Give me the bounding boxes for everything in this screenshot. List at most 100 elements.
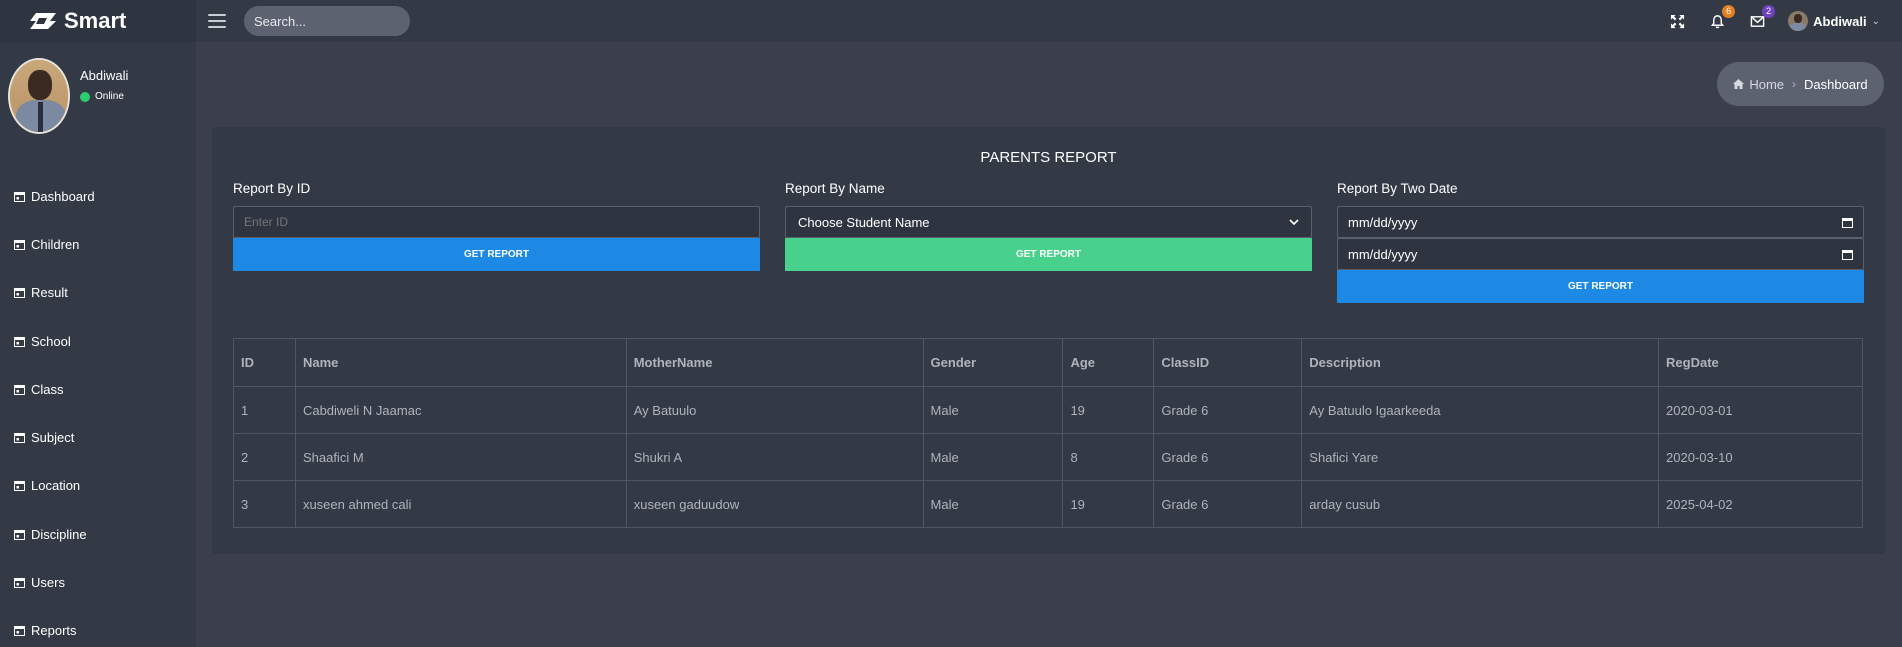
cell-age: 19 xyxy=(1062,480,1155,528)
cell-age: 19 xyxy=(1062,386,1155,434)
chevron-down-icon: ⌄ xyxy=(1871,15,1880,27)
sidebar-item-subject[interactable]: Subject xyxy=(0,413,196,461)
cell-gender: Male xyxy=(922,480,1064,528)
user-menu[interactable]: Abdiwali ⌄ xyxy=(1788,11,1880,31)
calendar-icon xyxy=(14,626,25,637)
cell-description: Ay Batuulo Igaarkeeda xyxy=(1301,386,1660,434)
menu-toggle-icon[interactable] xyxy=(208,14,226,28)
column-header-name[interactable]: Name xyxy=(294,338,627,387)
table-row[interactable]: 2 Shaafici M Shukri A Male 8 Grade 6 Sha… xyxy=(233,433,1863,481)
profile-avatar xyxy=(8,58,70,134)
end-date-input[interactable]: mm/dd/yyyy xyxy=(1337,238,1864,270)
column-header-regdate[interactable]: RegDate xyxy=(1658,338,1863,387)
cell-gender: Male xyxy=(922,433,1064,481)
cell-description: Shafici Yare xyxy=(1301,433,1660,481)
cell-name: Shaafici M xyxy=(294,433,627,481)
messages-envelope-icon[interactable]: 2 xyxy=(1748,5,1776,30)
start-date-input[interactable]: mm/dd/yyyy xyxy=(1337,206,1864,238)
cell-id: 3 xyxy=(233,480,296,528)
sidebar-item-label: School xyxy=(31,333,71,349)
calendar-icon[interactable] xyxy=(1842,217,1853,228)
cell-description: arday cusub xyxy=(1301,480,1660,528)
search-input[interactable] xyxy=(254,13,430,29)
cell-id: 1 xyxy=(233,386,296,434)
id-input[interactable] xyxy=(233,206,760,238)
column-header-description[interactable]: Description xyxy=(1301,338,1660,387)
sidebar-item-children[interactable]: Children xyxy=(0,220,196,268)
end-date-value: mm/dd/yyyy xyxy=(1348,246,1418,262)
home-icon xyxy=(1733,79,1745,89)
brand[interactable]: Smart xyxy=(0,0,196,42)
table-row[interactable]: 3 xuseen ahmed cali xuseen gaduudow Male… xyxy=(233,480,1863,528)
notifications-bell-icon[interactable]: 6 xyxy=(1708,5,1736,30)
sidebar-item-label: Result xyxy=(31,285,68,301)
cell-regdate: 2020-03-10 xyxy=(1658,433,1863,481)
cell-id: 2 xyxy=(233,433,296,481)
student-name-select[interactable]: Choose Student Name xyxy=(785,206,1312,238)
topbar-actions: 6 2 Abdiwali ⌄ xyxy=(1668,0,1880,42)
column-header-mothername[interactable]: MotherName xyxy=(625,338,924,387)
sidebar-item-label: Reports xyxy=(31,623,77,639)
cell-mothername: Shukri A xyxy=(625,433,924,481)
table-header-row: ID Name MotherName Gender Age ClassID De… xyxy=(233,338,1863,387)
column-header-gender[interactable]: Gender xyxy=(922,338,1064,387)
sidebar-item-reports[interactable]: Reports xyxy=(0,607,196,647)
report-by-id-form: Report By ID GET REPORT xyxy=(233,181,760,271)
sidebar-item-discipline[interactable]: Discipline xyxy=(0,510,196,558)
get-report-by-name-button[interactable]: GET REPORT xyxy=(785,238,1312,271)
calendar-icon xyxy=(14,336,25,347)
sidebar-item-result[interactable]: Result xyxy=(0,269,196,317)
status-label: Online xyxy=(95,91,124,102)
cell-regdate: 2020-03-01 xyxy=(1658,386,1863,434)
sidebar-item-class[interactable]: Class xyxy=(0,365,196,413)
report-by-name-label: Report By Name xyxy=(785,181,885,196)
top-bar: Smart 6 xyxy=(0,0,1902,42)
breadcrumb-home[interactable]: Home xyxy=(1733,77,1784,92)
cell-mothername: Ay Batuulo xyxy=(625,386,924,434)
column-header-classid[interactable]: ClassID xyxy=(1153,338,1303,387)
sidebar-item-label: Subject xyxy=(31,430,75,446)
sidebar-item-label: Location xyxy=(31,478,81,494)
sidebar-item-label: Class xyxy=(31,381,64,397)
breadcrumb-separator-icon: › xyxy=(1792,77,1797,91)
sidebar-item-school[interactable]: School xyxy=(0,317,196,365)
start-date-value: mm/dd/yyyy xyxy=(1348,214,1418,230)
calendar-icon xyxy=(14,288,25,299)
get-report-by-id-button[interactable]: GET REPORT xyxy=(233,238,760,271)
breadcrumb: Home › Dashboard xyxy=(1717,62,1884,106)
sidebar-item-location[interactable]: Location xyxy=(0,462,196,510)
breadcrumb-current: Dashboard xyxy=(1804,76,1868,92)
breadcrumb-home-label: Home xyxy=(1749,76,1785,92)
table-row[interactable]: 1 Cabdiweli N Jaamac Ay Batuulo Male 19 … xyxy=(233,386,1863,434)
cell-gender: Male xyxy=(922,386,1064,434)
status-dot-icon xyxy=(80,91,90,102)
search-box xyxy=(244,6,430,36)
messages-badge: 2 xyxy=(1762,5,1776,18)
cell-regdate: 2025-04-02 xyxy=(1658,480,1863,528)
cell-classid: Grade 6 xyxy=(1153,386,1303,434)
brand-name: Smart xyxy=(64,8,127,33)
calendar-icon xyxy=(14,433,25,444)
calendar-icon xyxy=(14,481,25,492)
calendar-icon xyxy=(14,384,25,395)
cell-name: xuseen ahmed cali xyxy=(294,480,627,528)
sidebar-item-dashboard[interactable]: Dashboard xyxy=(0,172,196,220)
sidebar-item-label: Discipline xyxy=(31,526,87,542)
sidebar-item-label: Children xyxy=(31,236,80,252)
calendar-icon[interactable] xyxy=(1842,249,1853,260)
report-by-name-form: Report By Name Choose Student Name GET R… xyxy=(785,181,1312,271)
column-header-age[interactable]: Age xyxy=(1062,338,1155,387)
sidebar-item-users[interactable]: Users xyxy=(0,558,196,606)
report-by-id-label: Report By ID xyxy=(233,181,311,196)
calendar-icon xyxy=(14,239,25,250)
online-status: Online xyxy=(80,91,128,102)
calendar-icon xyxy=(14,191,25,202)
get-report-by-date-button[interactable]: GET REPORT xyxy=(1337,270,1864,303)
profile-name: Abdiwali xyxy=(80,68,129,83)
column-header-id[interactable]: ID xyxy=(233,338,296,387)
parents-table: ID Name MotherName Gender Age ClassID De… xyxy=(233,338,1863,528)
chevron-down-icon xyxy=(1289,218,1299,225)
report-by-date-form: Report By Two Date mm/dd/yyyy mm/dd/yyyy… xyxy=(1337,181,1864,303)
fullscreen-icon[interactable] xyxy=(1668,12,1686,30)
sidebar-item-label: Dashboard xyxy=(31,188,95,204)
